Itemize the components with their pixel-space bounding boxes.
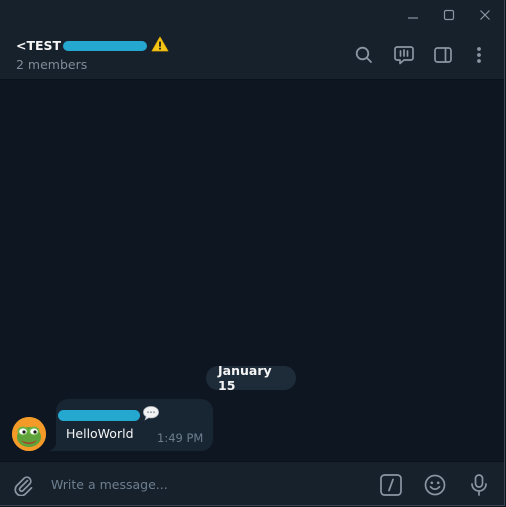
chat-member-count: 2 members — [16, 57, 88, 72]
message-input[interactable] — [46, 470, 376, 498]
telegram-window: <TEST 2 members January 15 HelloWorld 1:… — [0, 0, 505, 506]
message-text: HelloWorld — [66, 426, 134, 441]
minimize-icon — [408, 17, 418, 19]
paperclip-icon — [14, 476, 33, 496]
warning-icon — [151, 36, 169, 55]
comments-icon — [394, 46, 414, 65]
emoji-button[interactable] — [422, 472, 448, 498]
microphone-icon — [471, 474, 487, 496]
maximize-icon — [443, 9, 455, 21]
message-composer — [0, 461, 504, 505]
chat-header: <TEST 2 members — [0, 30, 504, 80]
search-icon — [355, 46, 372, 63]
search-button[interactable] — [351, 42, 377, 68]
close-button[interactable] — [468, 0, 502, 30]
comments-button[interactable] — [391, 42, 417, 68]
pepe-avatar-icon — [12, 417, 46, 451]
chat-title[interactable]: <TEST — [16, 36, 169, 54]
sidebar-toggle-icon — [434, 47, 452, 63]
more-vertical-icon — [477, 47, 481, 63]
sidebar-toggle-button[interactable] — [430, 42, 456, 68]
more-options-button[interactable] — [466, 42, 492, 68]
avatar[interactable] — [12, 417, 46, 451]
message-list[interactable]: January 15 HelloWorld 1:49 PM — [0, 80, 504, 461]
redacted-sender-name — [58, 409, 140, 421]
emoji-icon — [424, 474, 446, 496]
window-titlebar — [0, 0, 504, 30]
maximize-button[interactable] — [432, 0, 466, 30]
close-icon — [480, 10, 490, 20]
bot-commands-button[interactable] — [378, 472, 404, 498]
slash-command-icon — [380, 474, 402, 496]
attach-button[interactable] — [10, 472, 36, 498]
redacted-name — [63, 41, 148, 51]
voice-message-button[interactable] — [466, 472, 492, 498]
date-separator: January 15 — [206, 363, 296, 393]
message-time: 1:49 PM — [157, 431, 204, 445]
chat-title-text: <TEST — [16, 37, 62, 53]
speech-bubble-icon — [142, 405, 160, 425]
minimize-button[interactable] — [396, 0, 430, 30]
message-sender[interactable] — [58, 405, 160, 425]
